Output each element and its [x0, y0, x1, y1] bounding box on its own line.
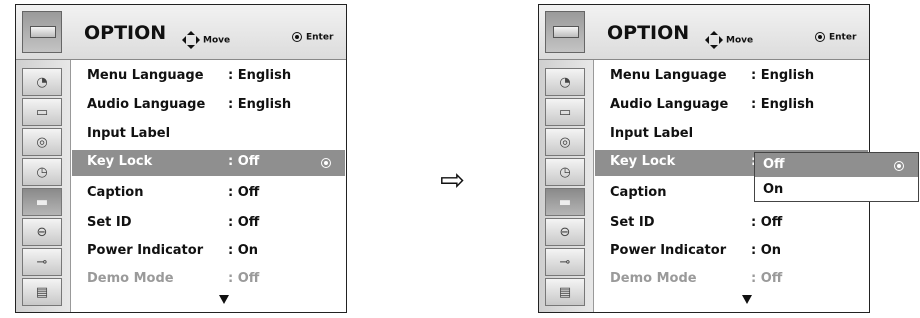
monitor-icon[interactable]: ▭	[22, 98, 62, 126]
enter-hint: Enter	[292, 32, 333, 43]
menu-item-label: Set ID	[610, 215, 655, 230]
menu-item-value: : Off	[228, 185, 260, 200]
dropdown-option-label: Off	[763, 157, 785, 172]
input-plug-icon[interactable]: ⊸	[22, 248, 62, 276]
menu-item-value: : On	[751, 243, 782, 258]
menu-item-label: Demo Mode	[610, 271, 697, 286]
menu-header: OPTION Move Enter	[16, 5, 346, 60]
menu-item-value: : Off	[751, 215, 783, 230]
menu-item-menu-language[interactable]: Menu Language : English	[72, 64, 345, 90]
move-hint: Move	[705, 31, 753, 49]
menu-item-label: Power Indicator	[87, 243, 204, 258]
film-clapper-icon[interactable]: ▤	[22, 278, 62, 306]
menu-item-input-label[interactable]: Input Label	[595, 122, 868, 148]
clock-icon[interactable]: ◷	[22, 158, 62, 186]
enter-button-icon	[815, 32, 825, 42]
menu-item-label: Power Indicator	[610, 243, 727, 258]
satellite-dish-icon[interactable]: ◔	[22, 68, 62, 96]
clock-icon[interactable]: ◷	[545, 158, 585, 186]
film-clapper-icon[interactable]: ▤	[545, 278, 585, 306]
enter-button-icon	[292, 32, 302, 42]
menu-item-input-label[interactable]: Input Label	[72, 122, 345, 148]
enter-ring-icon	[321, 158, 331, 168]
menu-item-audio-language[interactable]: Audio Language : English	[595, 93, 868, 119]
option-icon[interactable]: ▬	[22, 188, 62, 216]
menu-item-label: Caption	[87, 185, 144, 200]
menu-item-audio-language[interactable]: Audio Language : English	[72, 93, 345, 119]
menu-item-menu-language[interactable]: Menu Language : English	[595, 64, 868, 90]
navigation-arrows-icon	[705, 31, 723, 49]
enter-hint: Enter	[815, 32, 856, 43]
option-category-icon	[545, 11, 585, 53]
dropdown-option-off[interactable]: Off	[755, 153, 918, 177]
menu-header: OPTION Move Enter	[539, 5, 869, 60]
speaker-icon[interactable]: ◎	[545, 128, 585, 156]
menu-item-value: : English	[751, 68, 815, 83]
lock-icon[interactable]: ⊖	[545, 218, 585, 246]
key-lock-dropdown[interactable]: Off On	[754, 152, 919, 202]
menu-item-value: : Off	[751, 271, 783, 286]
category-sidebar: ◔ ▭ ◎ ◷ ▬ ⊖ ⊸ ▤	[16, 60, 71, 312]
move-label: Move	[203, 35, 231, 46]
menu-item-label: Caption	[610, 185, 667, 200]
menu-item-value: : English	[228, 68, 292, 83]
lock-icon[interactable]: ⊖	[22, 218, 62, 246]
move-hint: Move	[182, 31, 230, 49]
menu-item-label: Audio Language	[610, 97, 729, 112]
input-plug-icon[interactable]: ⊸	[545, 248, 585, 276]
menu-item-caption[interactable]: Caption : Off	[72, 181, 345, 207]
satellite-dish-icon[interactable]: ◔	[545, 68, 585, 96]
menu-item-label: Menu Language	[87, 68, 204, 83]
menu-item-value: : Off	[228, 154, 260, 169]
enter-label: Enter	[829, 32, 857, 43]
menu-item-power-indicator[interactable]: Power Indicator : On	[72, 239, 345, 265]
menu-item-label: Key Lock	[610, 154, 676, 169]
menu-item-value: : Off	[228, 215, 260, 230]
move-label: Move	[726, 35, 754, 46]
menu-item-demo-mode[interactable]: Demo Mode : Off	[595, 267, 868, 293]
scroll-down-arrow-icon[interactable]	[742, 295, 752, 304]
option-category-icon	[22, 11, 62, 53]
category-sidebar: ◔ ▭ ◎ ◷ ▬ ⊖ ⊸ ▤	[539, 60, 594, 312]
option-menu-panel-before: OPTION Move Enter ◔ ▭ ◎ ◷ ▬ ⊖ ⊸ ▤ Menu L…	[15, 4, 347, 313]
menu-item-label: Set ID	[87, 215, 132, 230]
page-title: OPTION	[84, 22, 167, 44]
menu-item-demo-mode[interactable]: Demo Mode : Off	[72, 267, 345, 293]
scroll-down-arrow-icon[interactable]	[219, 295, 229, 304]
menu-item-value: : English	[228, 97, 292, 112]
transition-arrow-icon: ⇨	[440, 163, 466, 198]
speaker-icon[interactable]: ◎	[22, 128, 62, 156]
menu-item-value: : English	[751, 97, 815, 112]
option-icon[interactable]: ▬	[545, 188, 585, 216]
enter-label: Enter	[306, 32, 334, 43]
menu-item-value: : On	[228, 243, 259, 258]
page-title: OPTION	[607, 22, 690, 44]
menu-item-power-indicator[interactable]: Power Indicator : On	[595, 239, 868, 265]
dropdown-option-label: On	[763, 182, 784, 197]
monitor-icon[interactable]: ▭	[545, 98, 585, 126]
menu-item-label: Input Label	[610, 126, 694, 141]
enter-ring-icon	[894, 161, 904, 171]
menu-item-set-id[interactable]: Set ID : Off	[595, 211, 868, 237]
menu-item-label: Input Label	[87, 126, 171, 141]
menu-item-value: : Off	[228, 271, 260, 286]
menu-item-set-id[interactable]: Set ID : Off	[72, 211, 345, 237]
dropdown-option-on[interactable]: On	[755, 178, 918, 202]
menu-item-label: Audio Language	[87, 97, 206, 112]
menu-item-label: Demo Mode	[87, 271, 174, 286]
menu-item-label: Key Lock	[87, 154, 153, 169]
menu-item-key-lock[interactable]: Key Lock : Off	[72, 150, 345, 176]
menu-item-label: Menu Language	[610, 68, 727, 83]
navigation-arrows-icon	[182, 31, 200, 49]
